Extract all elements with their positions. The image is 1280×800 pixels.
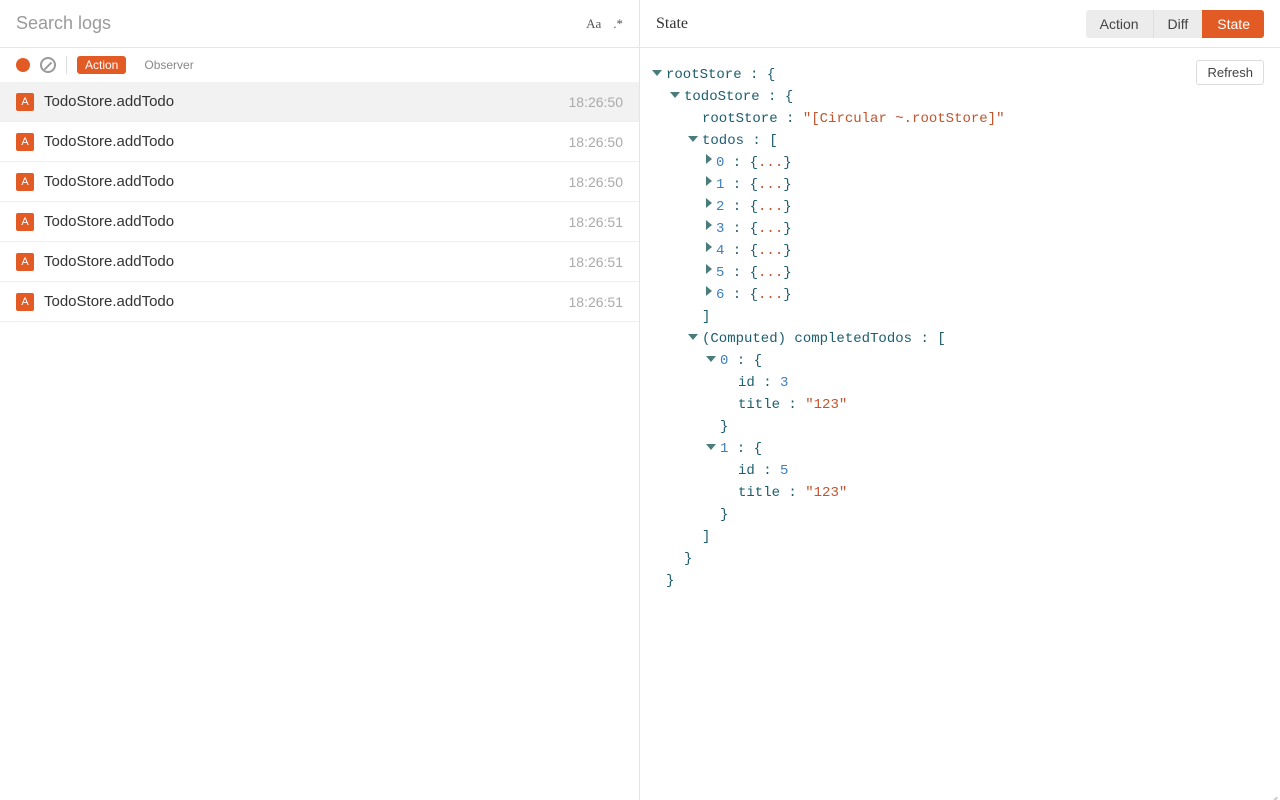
log-row[interactable]: A TodoStore.addTodo18:26:50 <box>0 82 639 122</box>
log-name: TodoStore.addTodo <box>44 253 569 270</box>
caret-down-icon[interactable] <box>706 356 716 362</box>
action-badge-icon: A <box>16 213 34 231</box>
log-name: TodoStore.addTodo <box>44 173 569 190</box>
caret-down-icon[interactable] <box>688 334 698 340</box>
action-badge-icon: A <box>16 133 34 151</box>
caret-right-icon[interactable] <box>706 220 712 230</box>
caret-down-icon[interactable] <box>706 444 716 450</box>
clear-icon[interactable] <box>40 57 56 73</box>
log-timestamp: 18:26:50 <box>569 174 624 190</box>
log-timestamp: 18:26:50 <box>569 94 624 110</box>
log-row[interactable]: A TodoStore.addTodo18:26:51 <box>0 282 639 322</box>
search-input[interactable] <box>16 13 586 34</box>
action-badge-icon: A <box>16 253 34 271</box>
caret-right-icon[interactable] <box>706 176 712 186</box>
log-timestamp: 18:26:50 <box>569 134 624 150</box>
log-row[interactable]: A TodoStore.addTodo18:26:51 <box>0 242 639 282</box>
caret-right-icon[interactable] <box>706 242 712 252</box>
caret-down-icon[interactable] <box>688 136 698 142</box>
divider <box>66 56 67 74</box>
log-name: TodoStore.addTodo <box>44 293 569 310</box>
log-name: TodoStore.addTodo <box>44 93 569 110</box>
caret-right-icon[interactable] <box>706 264 712 274</box>
tab-action[interactable]: Action <box>1086 10 1153 38</box>
caret-down-icon[interactable] <box>652 70 662 76</box>
match-case-toggle[interactable]: Aa <box>586 16 601 32</box>
action-badge-icon: A <box>16 93 34 111</box>
log-row[interactable]: A TodoStore.addTodo18:26:50 <box>0 122 639 162</box>
caret-down-icon[interactable] <box>670 92 680 98</box>
filter-chip-action[interactable]: Action <box>77 56 126 74</box>
caret-right-icon[interactable] <box>706 198 712 208</box>
action-badge-icon: A <box>16 173 34 191</box>
log-row[interactable]: A TodoStore.addTodo18:26:51 <box>0 202 639 242</box>
log-timestamp: 18:26:51 <box>569 214 624 230</box>
tab-state[interactable]: State <box>1202 10 1264 38</box>
log-timestamp: 18:26:51 <box>569 294 624 310</box>
state-tree: rootStore : {todoStore : {rootStore : "[… <box>640 48 1280 800</box>
regex-toggle[interactable]: .* <box>613 16 623 32</box>
filter-chip-observer[interactable]: Observer <box>136 56 201 74</box>
resize-handle-icon[interactable] <box>1266 786 1278 798</box>
caret-right-icon[interactable] <box>706 286 712 296</box>
log-list: ATodoStore.addTodo18:26:50ATodoStore.add… <box>0 82 639 800</box>
action-badge-icon: A <box>16 293 34 311</box>
tab-diff[interactable]: Diff <box>1153 10 1203 38</box>
record-icon[interactable] <box>16 58 30 72</box>
log-name: TodoStore.addTodo <box>44 213 569 230</box>
caret-right-icon[interactable] <box>706 154 712 164</box>
log-name: TodoStore.addTodo <box>44 133 569 150</box>
view-tabs: Action Diff State <box>1086 10 1264 38</box>
log-timestamp: 18:26:51 <box>569 254 624 270</box>
panel-title: State <box>656 15 688 33</box>
log-row[interactable]: A TodoStore.addTodo18:26:50 <box>0 162 639 202</box>
